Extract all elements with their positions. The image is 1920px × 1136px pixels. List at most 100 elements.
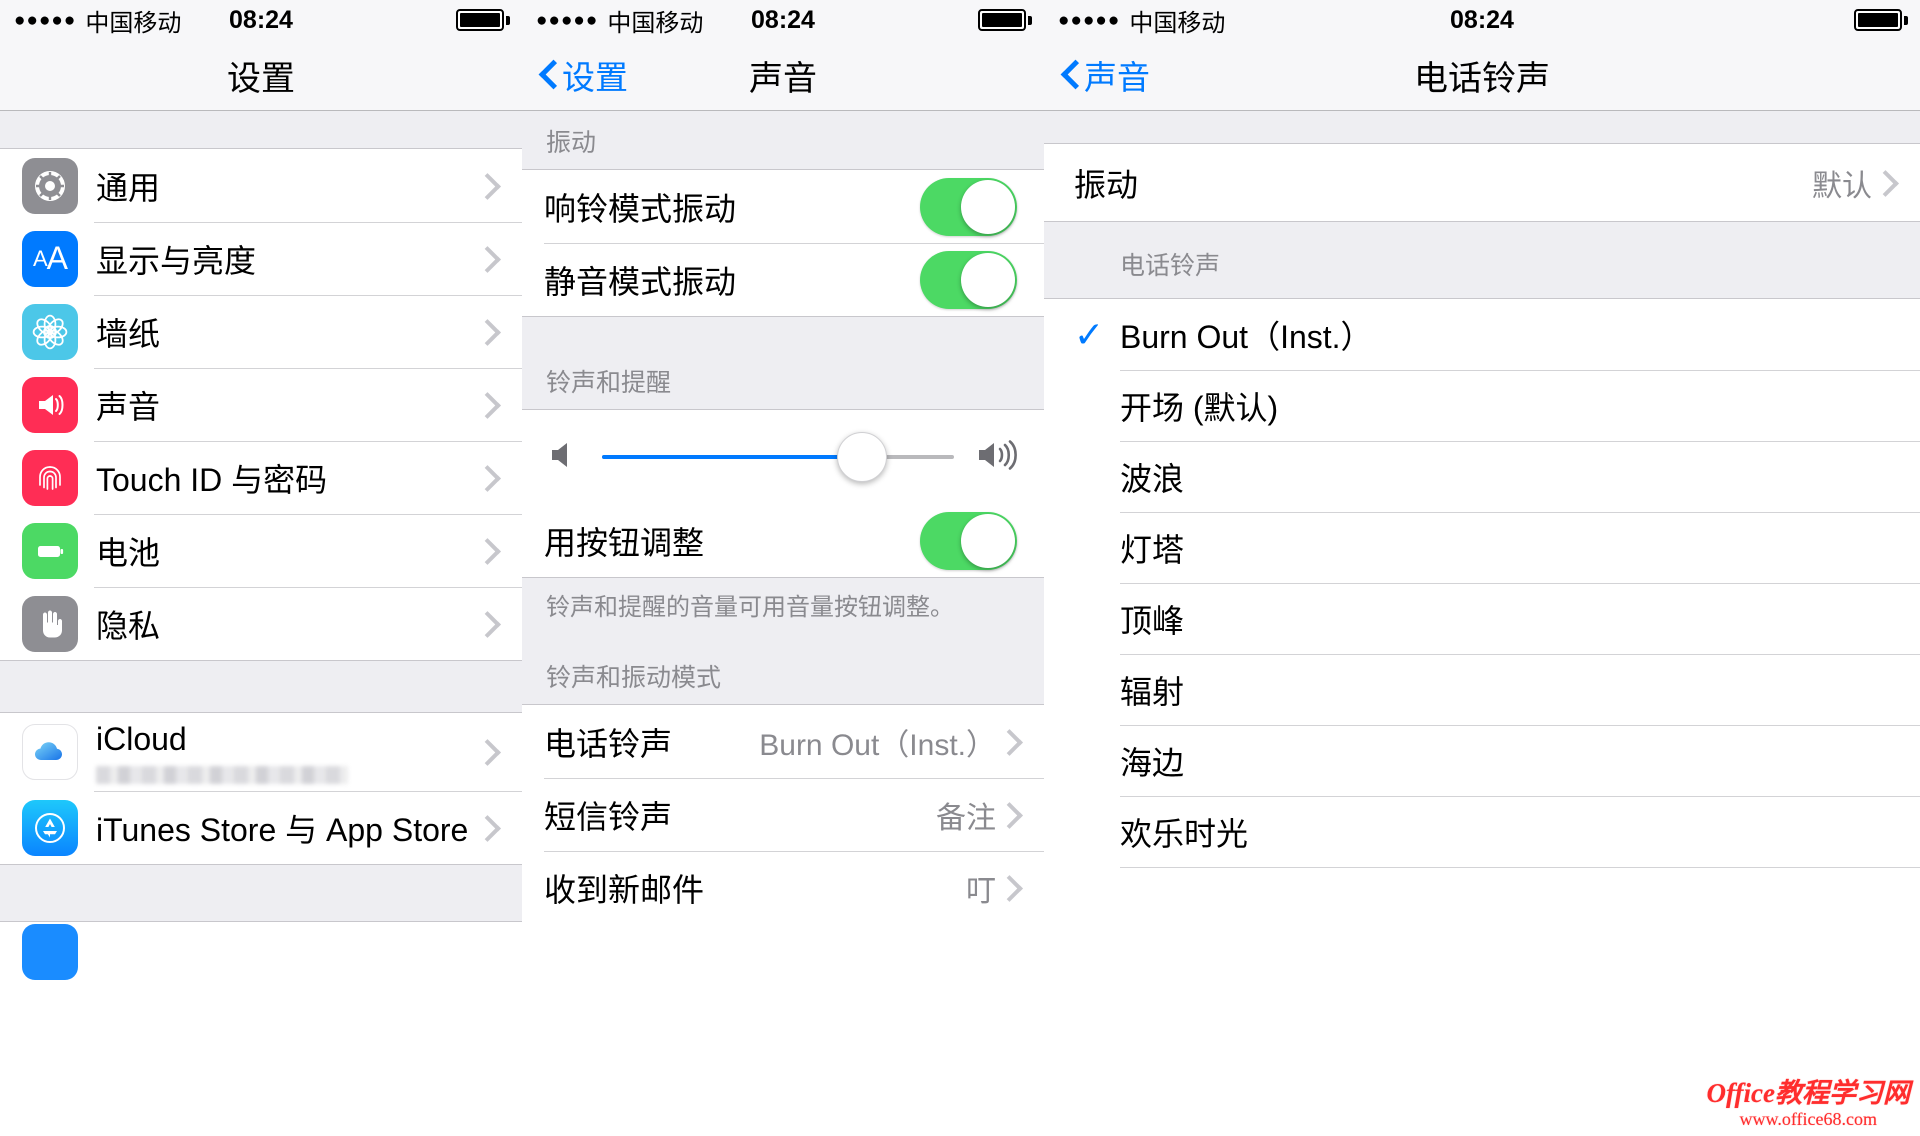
toggle-ring-mode-vibrate[interactable]	[920, 177, 1017, 236]
sidebar-item-label: 声音	[96, 388, 161, 425]
sidebar-item-battery[interactable]: 电池	[0, 514, 522, 587]
chevron-right-icon	[486, 173, 500, 199]
list-item-label: 开场 (默认)	[1120, 389, 1279, 426]
status-bar-panel2: ●●●●● 中国移动 08:24	[522, 0, 1044, 40]
row-ringtone[interactable]: 电话铃声 Burn Out（Inst.）	[522, 705, 1044, 779]
chevron-right-icon	[1008, 729, 1022, 755]
list-item-ringtone[interactable]: 海边	[1044, 725, 1920, 796]
row-vibration[interactable]: 振动 默认	[1044, 144, 1920, 221]
sidebar-item-label: iTunes Store 与 App Store	[96, 811, 469, 848]
sidebar-item-sounds[interactable]: 声音	[0, 368, 522, 441]
list-item-ringtone[interactable]: 辐射	[1044, 654, 1920, 725]
list-item-label: 灯塔	[1120, 531, 1185, 568]
sidebar-item-partial-below[interactable]	[0, 922, 522, 982]
row-value: 默认	[1812, 169, 1872, 203]
battery-icon	[456, 9, 510, 31]
row-label: 静音模式振动	[544, 263, 737, 300]
sidebar-item-label: Touch ID 与密码	[96, 461, 328, 498]
row-value: Burn Out（Inst.）	[759, 728, 996, 762]
row-volume-slider[interactable]	[522, 410, 1044, 504]
list-item-ringtone[interactable]: 波浪	[1044, 441, 1920, 512]
speaker-high-icon	[976, 437, 1022, 478]
sidebar-item-label: 隐私	[96, 607, 161, 644]
battery-icon	[22, 522, 78, 579]
sidebar-item-general[interactable]: 通用	[0, 149, 522, 222]
checkmark-icon: ✓	[1074, 313, 1105, 355]
row-label: 响铃模式振动	[544, 190, 737, 227]
row-label: 用按钮调整	[544, 524, 705, 561]
sidebar-item-display-brightness[interactable]: AA 显示与亮度	[0, 222, 522, 295]
ringtone-list: ✓ Burn Out（Inst.） 开场 (默认) 波浪 灯塔 顶峰 辐射 海边…	[1044, 299, 1920, 897]
page-title-ringtone: 电话铃声	[1414, 59, 1550, 98]
chevron-right-icon	[486, 611, 500, 637]
list-item-label: 海边	[1120, 744, 1185, 781]
row-value: 备注	[936, 801, 996, 835]
group-spacer-middle	[0, 660, 522, 713]
sidebar-item-label: iCloud	[96, 720, 187, 757]
nav-bar-panel2: 设置 声音	[522, 40, 1044, 111]
chevron-right-icon	[1884, 170, 1898, 196]
chevron-right-icon	[486, 739, 500, 765]
panel-ringtone: ●●●●● 中国移动 08:24 声音 电话铃声 振动 默认 电话铃声 ✓ Bu…	[1044, 0, 1920, 1136]
sidebar-item-label: 通用	[96, 169, 161, 206]
chevron-right-icon	[486, 392, 500, 418]
list-item-ringtone[interactable]: 开场 (默认)	[1044, 370, 1920, 441]
row-label: 振动	[1074, 166, 1139, 203]
sidebar-item-label: 显示与亮度	[96, 242, 257, 279]
sidebar-item-itunes-appstore[interactable]: iTunes Store 与 App Store	[0, 791, 522, 864]
section-footer-volume-note: 铃声和提醒的音量可用音量按钮调整。	[522, 577, 1044, 641]
status-bar-panel1: ●●●●● 中国移动 08:24	[0, 0, 522, 40]
list-item-ringtone-selected[interactable]: ✓ Burn Out（Inst.）	[1044, 299, 1920, 370]
icloud-account-redacted	[96, 765, 348, 784]
list-item-ringtone[interactable]: 顶峰	[1044, 583, 1920, 654]
page-title-sounds: 声音	[749, 59, 817, 98]
fingerprint-icon	[22, 449, 78, 506]
sidebar-item-wallpaper[interactable]: 墙纸	[0, 295, 522, 368]
list-item-ringtone[interactable]: 欢乐时光	[1044, 796, 1920, 867]
text-size-icon: AA	[22, 230, 78, 287]
volume-slider-knob[interactable]	[837, 432, 888, 482]
sidebar-item-privacy[interactable]: 隐私	[0, 587, 522, 660]
section-header-ringtone: 电话铃声	[1044, 221, 1920, 299]
volume-slider-track[interactable]	[602, 432, 954, 482]
list-item-ringtone-partial[interactable]	[1044, 867, 1920, 897]
chevron-right-icon	[486, 246, 500, 272]
gear-icon	[22, 157, 78, 214]
panel-sounds: ●●●●● 中国移动 08:24 设置 声音 振动 响铃模式振动 静音模式振动 …	[522, 0, 1044, 1136]
appstore-icon	[22, 799, 78, 856]
toggle-silent-mode-vibrate[interactable]	[920, 250, 1017, 309]
battery-icon	[978, 9, 1032, 31]
list-item-label: 顶峰	[1120, 602, 1185, 639]
list-item-label: 欢乐时光	[1120, 815, 1249, 852]
panel-settings-root: ●●●●● 中国移动 08:24 设置 通用 AA 显示与亮度 墙纸 声音 To…	[0, 0, 522, 1136]
group-spacer-top-p3	[1044, 111, 1920, 144]
list-item-label: 波浪	[1120, 460, 1185, 497]
section-header-vibrate: 振动	[522, 111, 1044, 170]
chevron-right-icon	[486, 319, 500, 345]
watermark-line2: www.office68.com	[1739, 1109, 1877, 1130]
chevron-right-icon	[1008, 875, 1022, 901]
patterns-group: 电话铃声 Burn Out（Inst.） 短信铃声 备注 收到新邮件 叮	[522, 705, 1044, 925]
row-new-mail[interactable]: 收到新邮件 叮	[522, 851, 1044, 925]
list-item-label: Burn Out（Inst.）	[1120, 318, 1373, 355]
settings-group-main: 通用 AA 显示与亮度 墙纸 声音 Touch ID 与密码 电池 隐私	[0, 149, 522, 660]
nav-bar-panel1: 设置	[0, 40, 522, 111]
settings-group-accounts: iCloud iTunes Store 与 App Store	[0, 713, 522, 864]
app-icon-partial	[22, 924, 78, 980]
page-title-settings: 设置	[227, 59, 295, 98]
list-item-ringtone[interactable]: 灯塔	[1044, 512, 1920, 583]
section-header-sounds-vibration-patterns: 铃声和振动模式	[522, 640, 1044, 706]
status-bar-time: 08:24	[751, 5, 815, 34]
chevron-right-icon	[486, 465, 500, 491]
row-change-with-buttons[interactable]: 用按钮调整	[522, 504, 1044, 577]
toggle-change-with-buttons[interactable]	[920, 511, 1017, 570]
row-ring-mode-vibrate[interactable]: 响铃模式振动	[522, 170, 1044, 243]
row-text-tone[interactable]: 短信铃声 备注	[522, 778, 1044, 852]
three-panel-ios-settings-screenshot: ●●●●● 中国移动 08:24 设置 通用 AA 显示与亮度 墙纸 声音 To…	[0, 0, 1920, 1136]
icloud-icon	[22, 724, 78, 780]
sidebar-item-icloud[interactable]: iCloud	[0, 713, 522, 791]
watermark-line1: Office教程学习网	[1706, 1078, 1910, 1109]
row-silent-mode-vibrate[interactable]: 静音模式振动	[522, 243, 1044, 316]
sidebar-item-label: 电池	[96, 534, 161, 571]
sidebar-item-touchid-passcode[interactable]: Touch ID 与密码	[0, 441, 522, 514]
